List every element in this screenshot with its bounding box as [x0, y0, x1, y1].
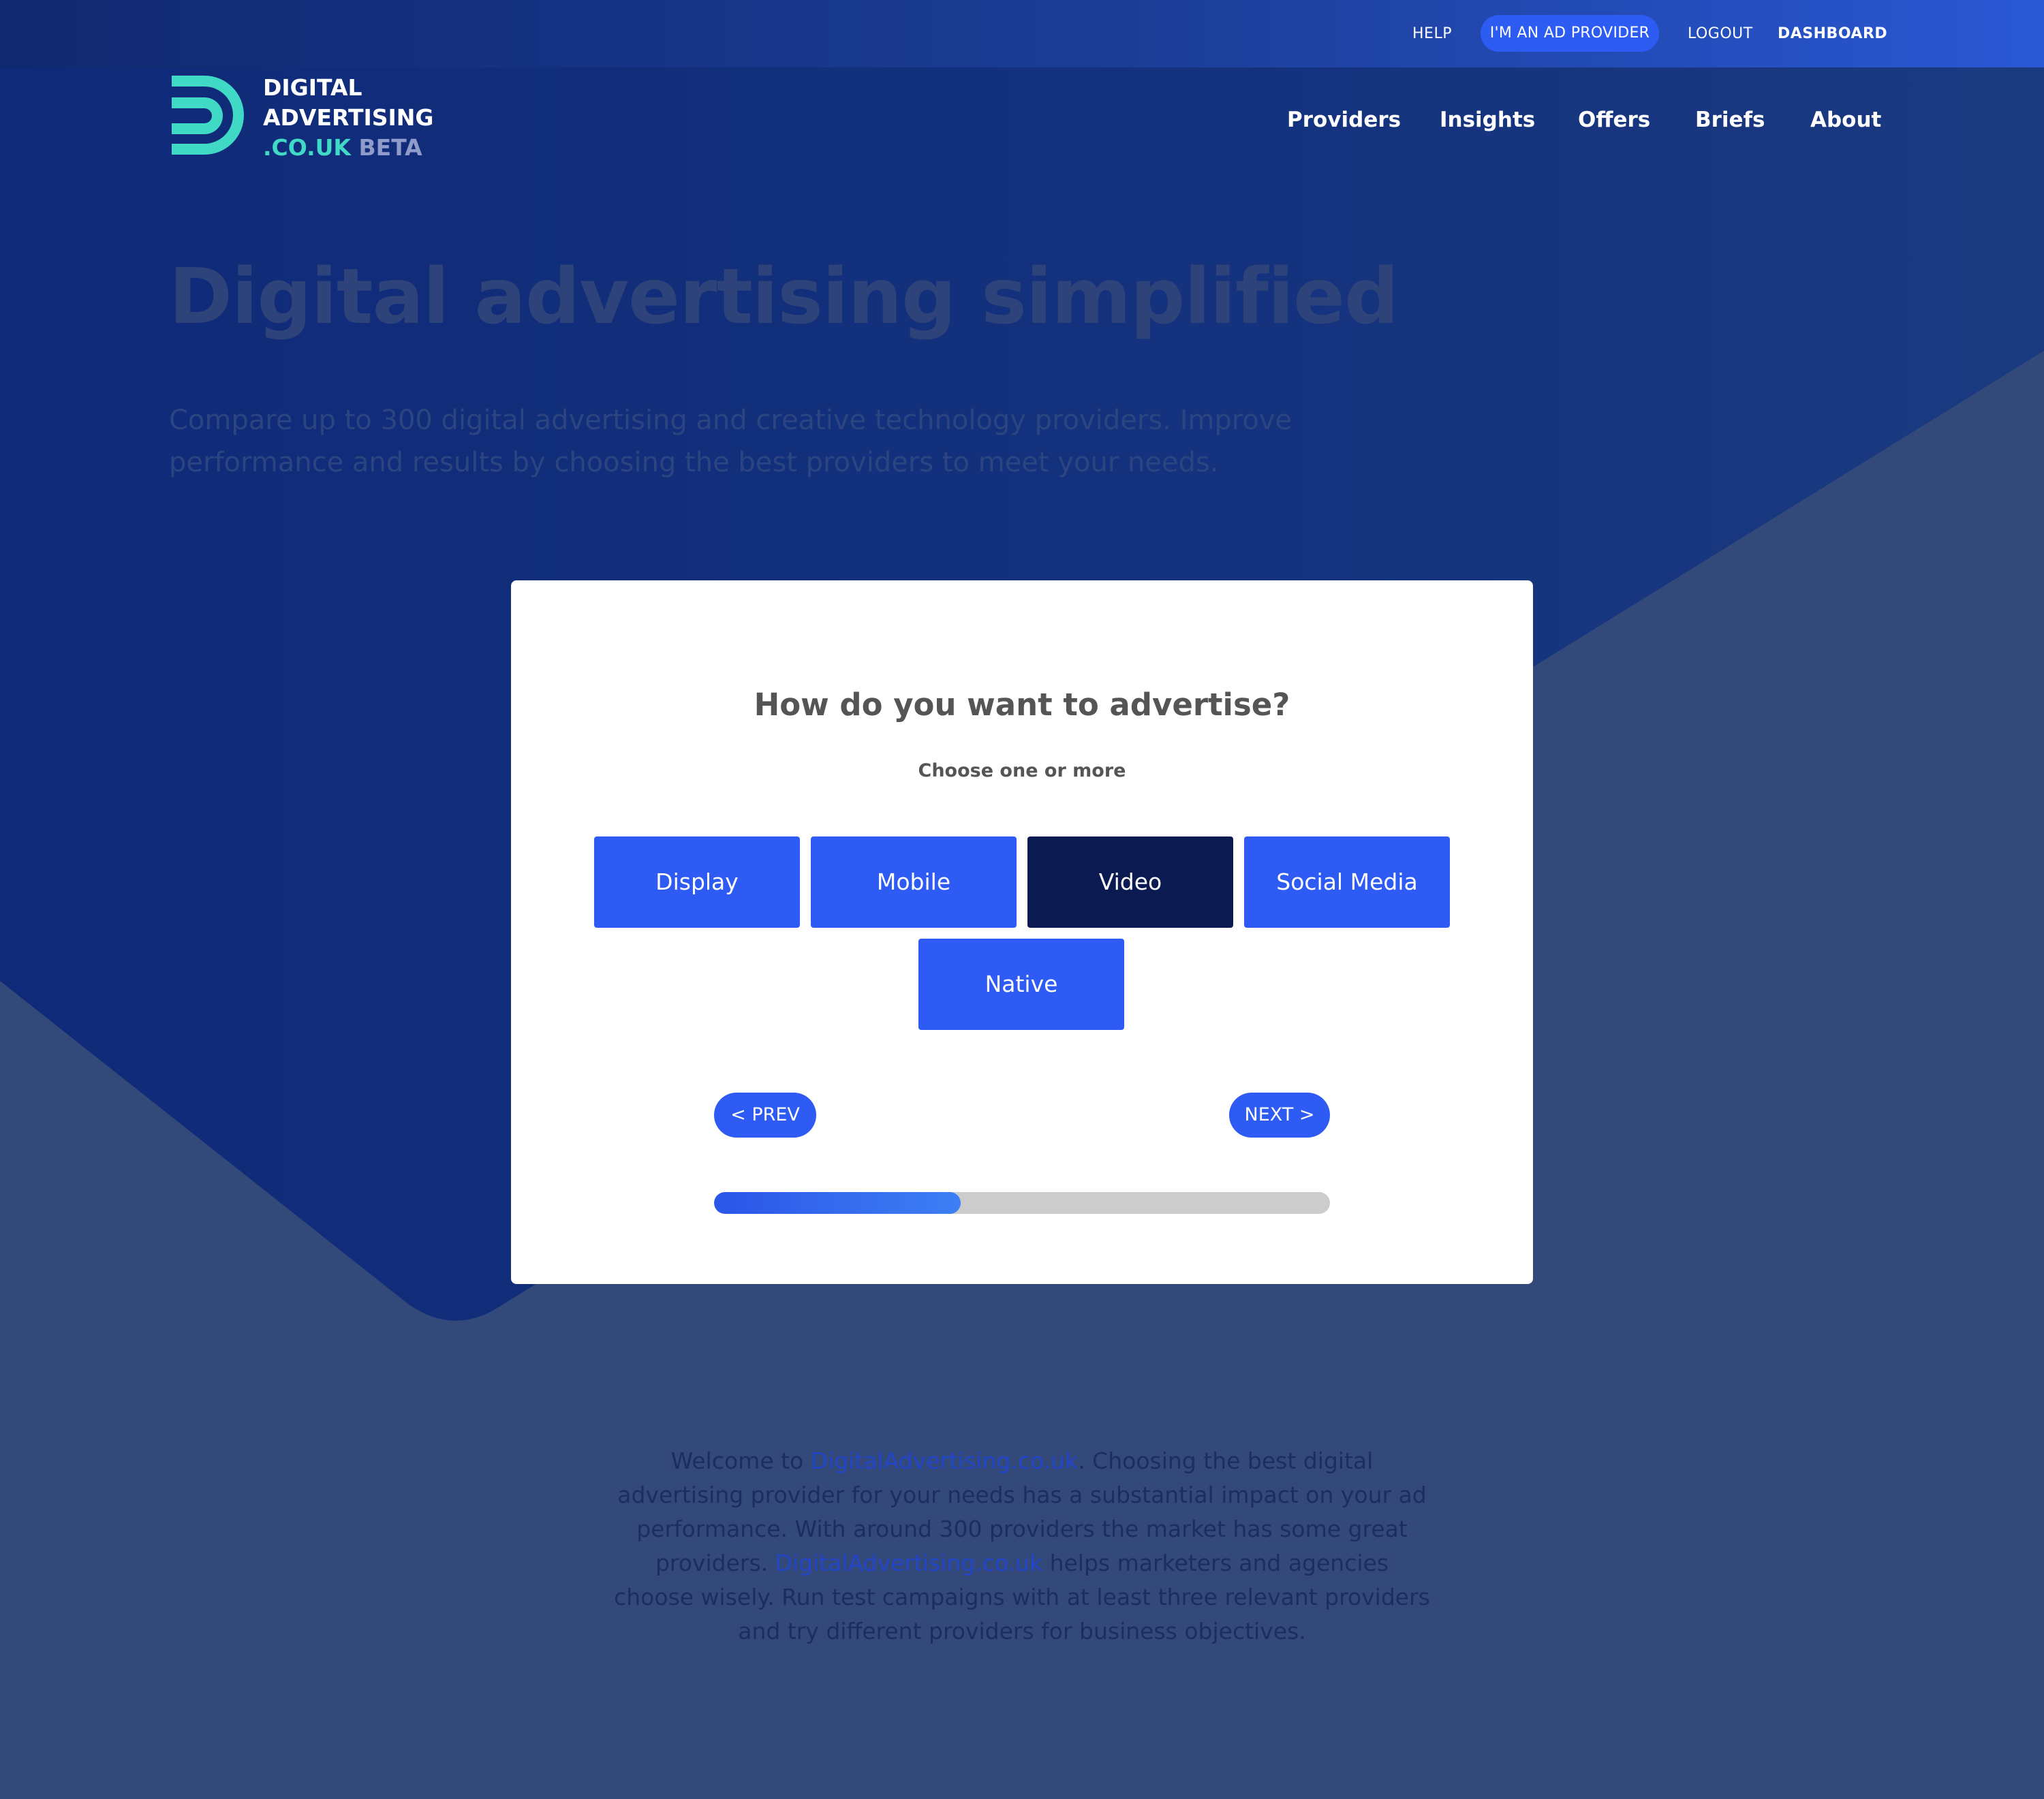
progress-fill — [714, 1192, 961, 1214]
help-link[interactable]: HELP — [1412, 0, 1452, 67]
top-utility-bar: HELP I'M AN AD PROVIDER LOGOUT DASHBOARD — [0, 0, 2044, 67]
intro-paragraph: Welcome to DigitalAdvertising.co.uk. Cho… — [613, 1444, 1431, 1648]
intro-site-link-1[interactable]: DigitalAdvertising.co.uk — [811, 1448, 1078, 1474]
logo-line-3: .CO.UK BETA — [263, 133, 422, 163]
dashboard-link[interactable]: DASHBOARD — [1778, 0, 1887, 67]
logo-beta: BETA — [358, 134, 422, 161]
prev-button[interactable]: < PREV — [714, 1093, 816, 1138]
intro-text-1: Welcome to — [670, 1448, 811, 1474]
advertising-wizard-card: How do you want to advertise? Choose one… — [511, 580, 1533, 1284]
hero-title: Digital advertising simplified — [169, 253, 1399, 341]
hero-subtitle: Compare up to 300 digital advertising an… — [169, 405, 1292, 478]
option-mobile[interactable]: Mobile — [811, 836, 1017, 928]
next-button[interactable]: NEXT > — [1229, 1093, 1330, 1138]
ad-provider-button[interactable]: I'M AN AD PROVIDER — [1481, 15, 1659, 52]
nav-providers[interactable]: Providers — [1287, 104, 1401, 136]
logo-line-1: DIGITAL — [263, 74, 362, 101]
intro-site-link-2[interactable]: DigitalAdvertising.co.uk — [775, 1550, 1042, 1576]
logout-link[interactable]: LOGOUT — [1688, 0, 1753, 67]
option-video[interactable]: Video — [1027, 836, 1233, 928]
nav-briefs[interactable]: Briefs — [1695, 104, 1765, 136]
wizard-hint: Choose one or more — [918, 760, 1126, 781]
option-social-media[interactable]: Social Media — [1244, 836, 1450, 928]
logo-line-2: ADVERTISING — [263, 104, 434, 131]
option-native[interactable]: Native — [918, 939, 1124, 1030]
logo-tld: .CO.UK — [263, 134, 351, 161]
progress-bar — [714, 1192, 1330, 1214]
option-display[interactable]: Display — [594, 836, 800, 928]
logo-mark-icon — [172, 76, 244, 155]
nav-about[interactable]: About — [1810, 104, 1881, 136]
nav-offers[interactable]: Offers — [1578, 104, 1650, 136]
nav-insights[interactable]: Insights — [1440, 104, 1535, 136]
wizard-question: How do you want to advertise? — [754, 687, 1290, 723]
